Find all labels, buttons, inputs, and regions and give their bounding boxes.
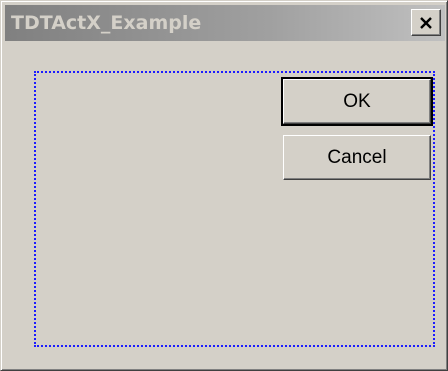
- close-icon: [420, 16, 432, 29]
- window-title: TDTActX_Example: [11, 12, 202, 34]
- close-button[interactable]: [411, 9, 441, 36]
- title-bar[interactable]: TDTActX_Example: [5, 5, 445, 41]
- dialog-window: TDTActX_Example OK Cancel: [0, 0, 448, 371]
- client-area: OK Cancel: [5, 41, 445, 368]
- cancel-button[interactable]: Cancel: [283, 135, 431, 180]
- ok-button[interactable]: OK: [281, 77, 433, 126]
